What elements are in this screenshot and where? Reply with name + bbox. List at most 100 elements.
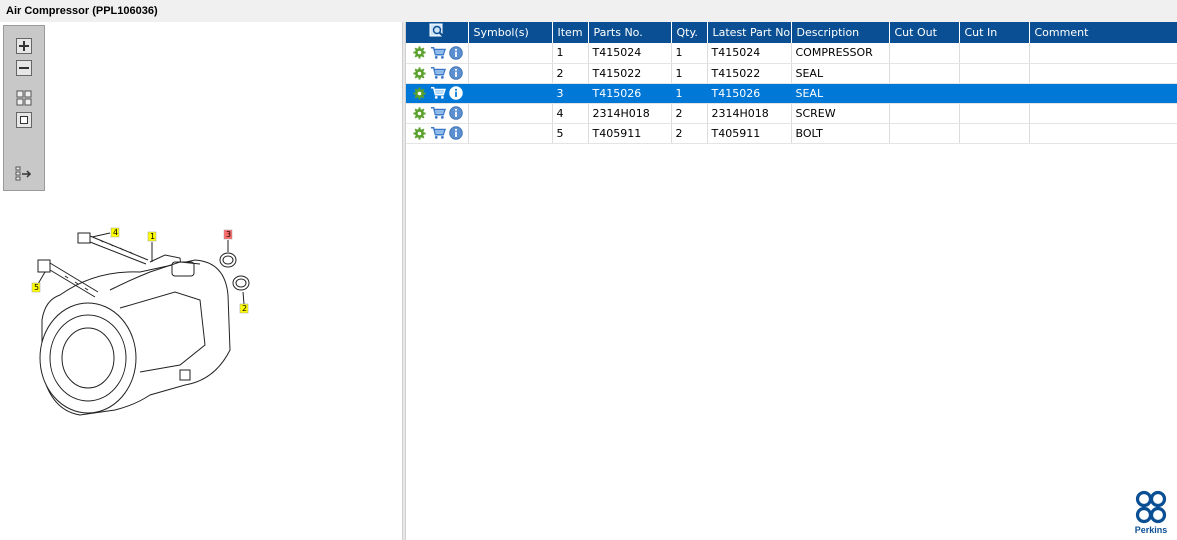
parts-table: Symbol(s) Item Parts No. Qty. Latest Par… — [406, 22, 1177, 144]
row-actions — [406, 63, 469, 84]
cell-symbols — [468, 123, 553, 144]
export-panel-button[interactable] — [14, 164, 34, 184]
cell-latest-part-no: 2314H018 — [707, 103, 792, 124]
cell-qty: 1 — [671, 63, 708, 84]
part-info-button[interactable] — [449, 105, 464, 121]
cell-item: 2 — [552, 63, 589, 84]
column-header-parts-no[interactable]: Parts No. — [588, 22, 672, 43]
cell-qty: 2 — [671, 103, 708, 124]
add-to-cart-button[interactable] — [430, 105, 446, 121]
part-details-button[interactable] — [412, 125, 427, 141]
gear-icon — [413, 86, 426, 100]
table-row[interactable]: 1 T415024 1 T415024 COMPRESSOR — [406, 43, 1177, 64]
compressor-pulley — [39, 302, 137, 414]
actual-size-icon — [16, 112, 32, 128]
part-details-button[interactable] — [412, 45, 427, 61]
add-to-cart-button[interactable] — [430, 125, 446, 141]
part-details-button[interactable] — [412, 105, 427, 121]
part-details-button[interactable] — [412, 65, 427, 81]
part-info-button[interactable] — [449, 125, 464, 141]
row-actions — [406, 103, 469, 124]
cell-symbols — [468, 63, 553, 84]
cell-description: SEAL — [791, 83, 890, 104]
info-icon — [449, 126, 463, 140]
part-info-button[interactable] — [449, 85, 464, 101]
cell-comment — [1029, 103, 1177, 124]
shopping-cart-icon — [430, 46, 446, 59]
cell-item: 4 — [552, 103, 589, 124]
add-to-cart-button[interactable] — [430, 85, 446, 101]
cell-description: SEAL — [791, 63, 890, 84]
cell-item: 5 — [552, 123, 589, 144]
gear-icon — [413, 46, 426, 59]
callout-label-3[interactable]: 3 — [226, 230, 231, 239]
cell-parts-no: T415024 — [588, 43, 672, 64]
cell-symbols — [468, 43, 553, 64]
callout-label-1[interactable]: 1 — [150, 232, 155, 241]
cell-cut-in — [959, 83, 1030, 104]
cell-cut-out — [889, 123, 960, 144]
cell-parts-no: T405911 — [588, 123, 672, 144]
parts-list-pane: Symbol(s) Item Parts No. Qty. Latest Par… — [406, 22, 1177, 540]
column-header-item[interactable]: Item — [552, 22, 589, 43]
shopping-cart-icon — [430, 127, 446, 139]
cell-qty: 1 — [671, 83, 708, 104]
part-info-button[interactable] — [449, 45, 464, 61]
search-parts-icon[interactable] — [429, 23, 445, 39]
diagram-viewer[interactable]: 1 2 3 4 5 — [0, 22, 402, 540]
fit-page-button[interactable] — [14, 88, 34, 108]
column-header-actions[interactable] — [406, 22, 469, 43]
perkins-logo-text: Perkins — [1134, 525, 1168, 535]
exploded-parts-diagram[interactable]: 1 2 3 4 5 — [0, 200, 402, 440]
window-title: Air Compressor (PPL106036) — [6, 5, 158, 17]
callout-label-5[interactable]: 5 — [34, 283, 39, 292]
callout-label-4[interactable]: 4 — [113, 228, 118, 237]
callout-part-2-seal — [232, 275, 250, 291]
cell-cut-in — [959, 103, 1030, 124]
cell-description: COMPRESSOR — [791, 43, 890, 64]
window-titlebar: Air Compressor (PPL106036) — [0, 0, 1177, 22]
column-header-cut-in[interactable]: Cut In — [959, 22, 1030, 43]
cell-parts-no: T415022 — [588, 63, 672, 84]
info-icon — [449, 86, 463, 100]
zoom-out-button[interactable] — [14, 58, 34, 78]
add-to-cart-button[interactable] — [430, 45, 446, 61]
gear-icon — [413, 66, 426, 80]
column-header-description[interactable]: Description — [791, 22, 890, 43]
cell-description: BOLT — [791, 123, 890, 144]
cell-latest-part-no: T415026 — [707, 83, 792, 104]
column-header-symbols[interactable]: Symbol(s) — [468, 22, 553, 43]
zoom-in-button[interactable] — [14, 36, 34, 56]
cell-qty: 2 — [671, 123, 708, 144]
cell-cut-in — [959, 63, 1030, 84]
table-row[interactable]: 5 T405911 2 T405911 BOLT — [406, 123, 1177, 144]
column-header-comment[interactable]: Comment — [1029, 22, 1177, 43]
callout-label-2[interactable]: 2 — [242, 304, 247, 313]
column-header-qty[interactable]: Qty. — [671, 22, 708, 43]
table-row[interactable]: 4 2314H018 2 2314H018 SCREW — [406, 103, 1177, 124]
part-details-button[interactable] — [412, 85, 427, 101]
part-info-button[interactable] — [449, 65, 464, 81]
fit-page-icon — [16, 90, 32, 106]
cell-cut-out — [889, 103, 960, 124]
column-header-latest-part-no[interactable]: Latest Part No. — [707, 22, 792, 43]
callout-part-4-screw — [77, 232, 149, 265]
viewer-toolbar — [3, 25, 45, 191]
cell-comment — [1029, 43, 1177, 64]
table-row[interactable]: 2 T415022 1 T415022 SEAL — [406, 63, 1177, 84]
cell-comment — [1029, 123, 1177, 144]
perkins-logo-icon — [1135, 490, 1167, 524]
zoom-out-icon — [16, 60, 32, 76]
table-row[interactable]: 3 T415026 1 T415026 SEAL — [406, 83, 1177, 104]
cell-comment — [1029, 63, 1177, 84]
actual-size-button[interactable] — [14, 110, 34, 130]
zoom-in-icon — [16, 38, 32, 54]
gear-icon — [413, 126, 426, 140]
cell-cut-out — [889, 83, 960, 104]
column-header-cut-out[interactable]: Cut Out — [889, 22, 960, 43]
row-actions — [406, 123, 469, 144]
cell-item: 3 — [552, 83, 589, 104]
add-to-cart-button[interactable] — [430, 65, 446, 81]
callout-part-3-seal — [219, 252, 237, 268]
shopping-cart-icon — [430, 67, 446, 79]
